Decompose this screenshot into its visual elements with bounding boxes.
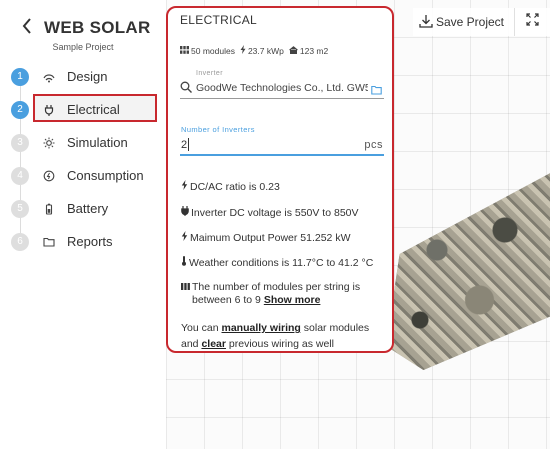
step-number: 2 — [11, 100, 29, 119]
module-icon — [181, 282, 190, 295]
top-toolbar: Save Project — [412, 8, 550, 36]
download-icon — [419, 14, 433, 31]
thermometer-icon — [181, 256, 187, 269]
step-simulation[interactable]: 3 Simulation — [11, 126, 161, 159]
fullscreen-button[interactable] — [514, 8, 550, 36]
step-number: 4 — [11, 166, 29, 185]
plug-icon — [43, 104, 55, 116]
show-more-link[interactable]: Show more — [264, 294, 321, 306]
folder-icon — [43, 236, 55, 248]
step-label: Simulation — [67, 135, 128, 150]
weather-text: Weather conditions is 11.7°C to 41.2 °C — [189, 256, 374, 269]
roof-icon — [289, 45, 298, 56]
inverter-label: Inverter — [196, 70, 223, 77]
wiring-prefix: You can — [181, 322, 219, 334]
dc-voltage-info: Inverter DC voltage is 550V to 850V — [181, 206, 359, 219]
step-label: Reports — [67, 234, 113, 249]
modules-stat: 50 modules — [180, 45, 235, 56]
step-label: Consumption — [67, 168, 144, 183]
panel-title: ELECTRICAL — [180, 13, 258, 27]
string-info: The number of modules per string is betw… — [181, 281, 386, 307]
fullscreen-icon — [526, 13, 539, 31]
folder-icon[interactable] — [371, 82, 382, 100]
step-battery[interactable]: 5 Battery — [11, 192, 161, 225]
manual-wiring-link[interactable]: manually wiring — [222, 322, 301, 334]
inverter-count-field[interactable]: Number of Inverters 2 pcs — [180, 124, 384, 156]
bolt-icon — [181, 231, 188, 244]
area-stat: 123 m2 — [289, 46, 328, 56]
modules-count: 50 modules — [191, 45, 235, 56]
save-project-button[interactable]: Save Project — [412, 8, 514, 36]
text-caret — [188, 138, 189, 151]
dcac-ratio-text: DC/AC ratio is 0.23 — [190, 180, 280, 193]
dcac-ratio-info: DC/AC ratio is 0.23 — [181, 180, 280, 193]
sidebar: WEB SOLAR Sample Project 1 Design 2 Elec… — [0, 0, 166, 449]
step-number: 6 — [11, 232, 29, 251]
step-consumption[interactable]: 4 Consumption — [11, 159, 161, 192]
step-number: 1 — [11, 67, 29, 86]
plug-icon — [181, 206, 189, 219]
sun-icon — [43, 137, 55, 149]
inverter-count-unit: pcs — [364, 139, 383, 151]
step-reports[interactable]: 6 Reports — [11, 225, 161, 258]
save-project-label: Save Project — [435, 15, 504, 29]
project-name: Sample Project — [52, 42, 114, 52]
step-label: Battery — [67, 201, 109, 216]
step-number: 5 — [11, 199, 29, 218]
step-label: Design — [67, 69, 108, 84]
area-value: 123 m2 — [299, 45, 329, 56]
weather-info: Weather conditions is 11.7°C to 41.2 °C — [181, 256, 373, 269]
inverter-count-input[interactable]: 2 — [181, 139, 187, 151]
step-design[interactable]: 1 Design — [11, 60, 161, 93]
power-stat: 23.7 kWp — [240, 45, 284, 56]
wiring-info: You can manually wiring solar modules an… — [181, 320, 386, 352]
step-list: 1 Design 2 Electrical 3 Simulation 4 Con… — [11, 60, 161, 258]
inverter-field[interactable]: Inverter GoodWe Technologies Co., Ltd. G… — [180, 69, 384, 99]
consumption-icon — [43, 170, 55, 182]
bolt-icon — [240, 45, 246, 56]
step-label: Electrical — [67, 102, 120, 117]
step-number: 3 — [11, 133, 29, 152]
back-button[interactable] — [20, 17, 34, 39]
dc-voltage-text: Inverter DC voltage is 550V to 850V — [191, 206, 359, 219]
brand-header: WEB SOLAR — [20, 14, 151, 42]
design-icon — [43, 71, 55, 83]
wiring-suffix: previous wiring as well — [228, 338, 334, 350]
string-text-wrap: The number of modules per string is betw… — [192, 281, 386, 307]
max-power-info: Maimum Output Power 51.252 kW — [181, 231, 350, 244]
app-title: WEB SOLAR — [44, 18, 151, 37]
chevron-left-icon — [22, 17, 32, 39]
project-stats: 50 modules 23.7 kWp 123 m2 — [180, 45, 328, 56]
inverter-input[interactable]: GoodWe Technologies Co., Ltd. GW5 — [196, 82, 368, 94]
search-icon — [180, 80, 192, 98]
bolt-icon — [181, 180, 188, 193]
power-value: 23.7 kWp — [247, 45, 284, 56]
step-electrical[interactable]: 2 Electrical — [11, 93, 161, 126]
clear-wiring-link[interactable]: clear — [201, 338, 226, 350]
max-power-text: Maimum Output Power 51.252 kW — [190, 231, 351, 244]
grid-icon — [180, 45, 189, 56]
battery-icon — [43, 203, 55, 215]
electrical-panel: ELECTRICAL 50 modules 23.7 kWp 123 m2 In… — [166, 6, 394, 353]
inverter-count-label: Number of Inverters — [181, 125, 255, 134]
